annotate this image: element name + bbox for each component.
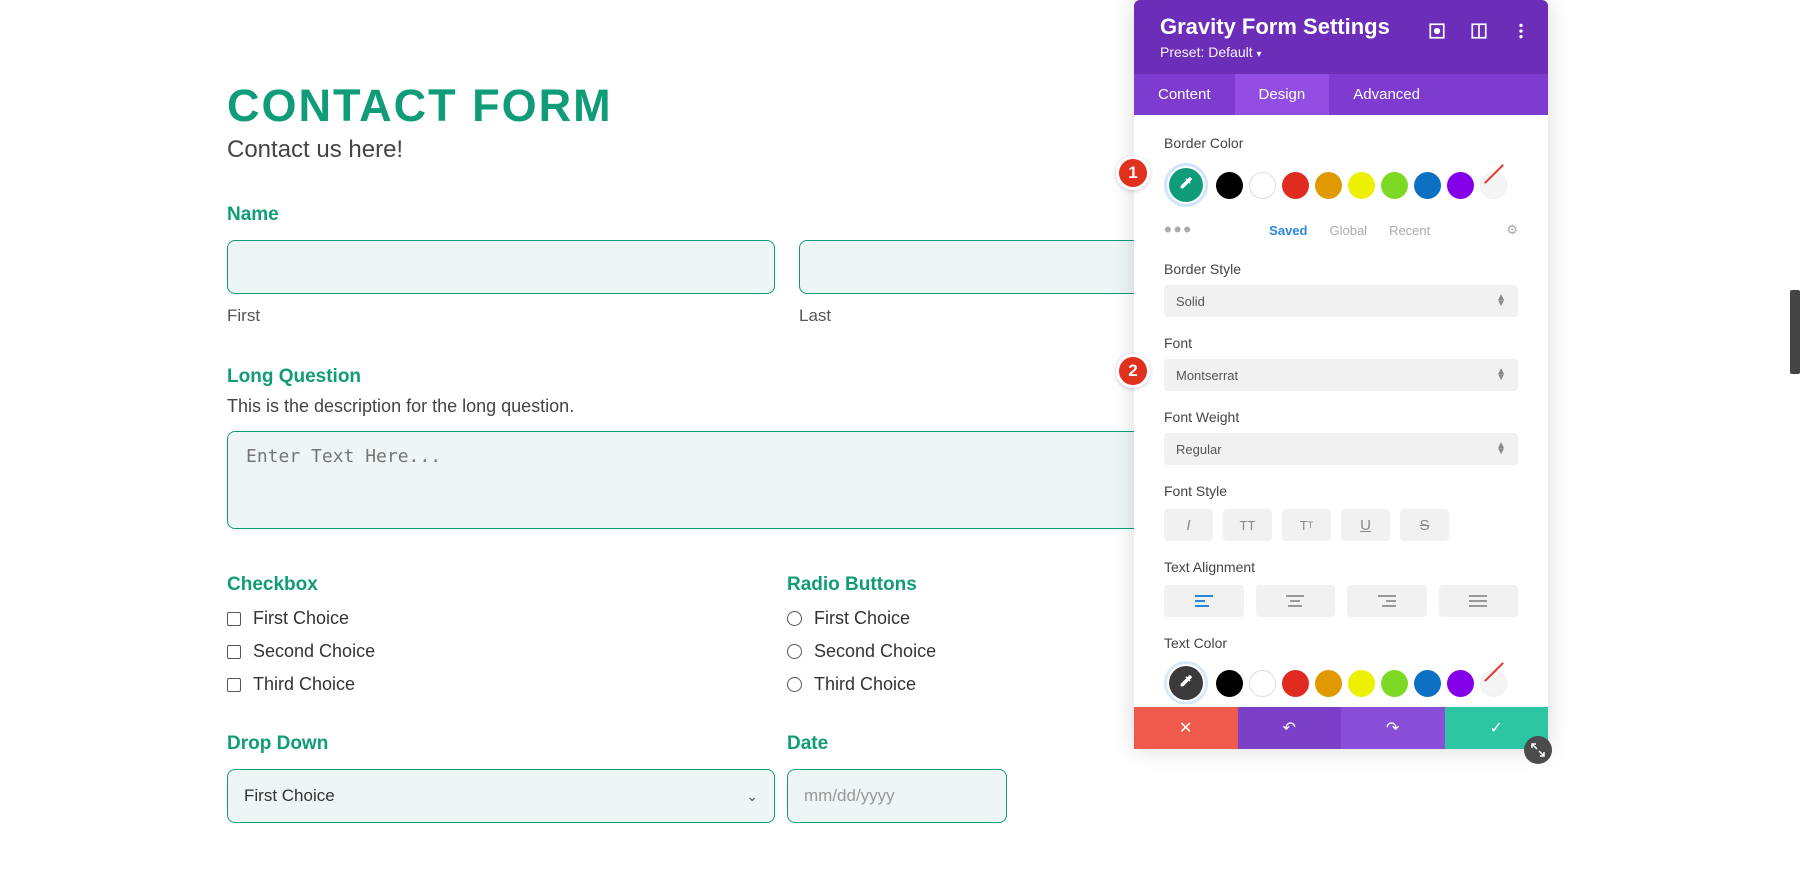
color-swatch-purple[interactable] [1447, 670, 1474, 697]
first-label: First [227, 306, 775, 326]
updown-icon: ▲▼ [1496, 295, 1506, 307]
radio-icon [787, 677, 802, 692]
alignment-buttons [1164, 585, 1518, 617]
color-swatch-white[interactable] [1249, 670, 1276, 697]
radio-icon [787, 644, 802, 659]
text-color-swatches [1164, 661, 1518, 704]
date-input[interactable]: mm/dd/yyyy [787, 769, 1007, 823]
border-style-select[interactable]: Solid▲▼ [1164, 285, 1518, 317]
swatch-tab-recent[interactable]: Recent [1389, 223, 1430, 238]
first-name-input[interactable] [227, 240, 775, 294]
columns-icon[interactable] [1470, 22, 1488, 40]
align-left-button[interactable] [1164, 585, 1244, 617]
scroll-handle[interactable] [1790, 290, 1800, 374]
color-swatch-black[interactable] [1216, 670, 1243, 697]
eyedropper-icon [1178, 673, 1194, 694]
selected-swatch-ring [1164, 661, 1208, 704]
tab-design[interactable]: Design [1235, 74, 1330, 115]
panel-tabs: Content Design Advanced [1134, 74, 1548, 115]
color-swatch-orange[interactable] [1315, 172, 1342, 199]
checkbox-option[interactable]: Third Choice [227, 674, 787, 695]
italic-button[interactable]: I [1164, 509, 1213, 541]
strikethrough-button[interactable]: S [1400, 509, 1449, 541]
border-color-swatches [1164, 163, 1518, 207]
color-swatch-red[interactable] [1282, 172, 1309, 199]
border-color-label: Border Color [1164, 135, 1518, 151]
smallcaps-button[interactable]: TT [1282, 509, 1331, 541]
checkbox-icon [227, 612, 241, 626]
radio-icon [787, 611, 802, 626]
text-color-label: Text Color [1164, 635, 1518, 651]
text-alignment-label: Text Alignment [1164, 559, 1518, 575]
expand-arrows-icon [1531, 743, 1545, 757]
updown-icon: ▲▼ [1496, 369, 1506, 381]
color-swatch-selected[interactable] [1169, 666, 1203, 700]
panel-body: Border Color ••• Saved [1134, 115, 1548, 704]
checkbox-option[interactable]: First Choice [227, 608, 787, 629]
swatch-tab-global[interactable]: Global [1329, 223, 1367, 238]
close-icon: ✕ [1179, 718, 1192, 738]
eyedropper-icon [1178, 175, 1194, 196]
undo-button[interactable]: ↶ [1238, 707, 1342, 749]
panel-header: Gravity Form Settings Preset: Default ▾ [1134, 0, 1548, 74]
checkbox-option[interactable]: Second Choice [227, 641, 787, 662]
font-select[interactable]: Montserrat▲▼ [1164, 359, 1518, 391]
underline-button[interactable]: U [1341, 509, 1390, 541]
align-justify-button[interactable] [1439, 585, 1519, 617]
more-icon[interactable] [1512, 22, 1530, 40]
preset-selector[interactable]: Preset: Default ▾ [1160, 44, 1522, 60]
checkbox-icon [227, 645, 241, 659]
step-badge-2: 2 [1116, 354, 1150, 388]
chevron-down-icon: ⌄ [746, 788, 758, 805]
redo-icon: ↷ [1386, 718, 1399, 738]
color-swatch-orange[interactable] [1315, 670, 1342, 697]
redo-button[interactable]: ↷ [1341, 707, 1445, 749]
step-badge-1: 1 [1116, 156, 1150, 190]
font-style-label: Font Style [1164, 483, 1518, 499]
panel-footer: ✕ ↶ ↷ ✓ [1134, 707, 1548, 749]
tab-content[interactable]: Content [1134, 74, 1235, 115]
color-swatch-yellow[interactable] [1348, 670, 1375, 697]
color-swatch-none[interactable] [1480, 670, 1507, 697]
color-swatch-selected[interactable] [1169, 168, 1203, 202]
color-swatch-black[interactable] [1216, 172, 1243, 199]
align-right-button[interactable] [1347, 585, 1427, 617]
font-label: Font [1164, 335, 1518, 351]
dropdown-select[interactable]: First Choice ⌄ [227, 769, 775, 823]
color-swatch-yellow[interactable] [1348, 172, 1375, 199]
checkbox-icon [227, 678, 241, 692]
tab-advanced[interactable]: Advanced [1329, 74, 1444, 115]
color-swatch-blue[interactable] [1414, 172, 1441, 199]
font-style-buttons: I TT TT U S [1164, 509, 1518, 541]
swatch-tab-saved[interactable]: Saved [1269, 223, 1307, 238]
selected-swatch-ring [1164, 163, 1208, 207]
color-swatch-none[interactable] [1480, 172, 1507, 199]
color-swatch-green[interactable] [1381, 172, 1408, 199]
checkbox-label: Checkbox [227, 574, 787, 596]
border-style-label: Border Style [1164, 261, 1518, 277]
expand-icon[interactable] [1428, 22, 1446, 40]
gear-icon[interactable]: ⚙ [1506, 222, 1518, 238]
uppercase-button[interactable]: TT [1223, 509, 1272, 541]
color-swatch-red[interactable] [1282, 670, 1309, 697]
caret-down-icon: ▾ [1257, 49, 1262, 60]
settings-panel: Gravity Form Settings Preset: Default ▾ … [1134, 0, 1548, 749]
updown-icon: ▲▼ [1496, 443, 1506, 455]
color-swatch-green[interactable] [1381, 670, 1408, 697]
color-swatch-blue[interactable] [1414, 670, 1441, 697]
cancel-button[interactable]: ✕ [1134, 707, 1238, 749]
align-center-button[interactable] [1256, 585, 1336, 617]
color-swatch-white[interactable] [1249, 172, 1276, 199]
color-swatch-purple[interactable] [1447, 172, 1474, 199]
more-dots-icon[interactable]: ••• [1164, 217, 1193, 243]
undo-icon: ↶ [1283, 718, 1296, 738]
font-weight-label: Font Weight [1164, 409, 1518, 425]
check-icon: ✓ [1490, 718, 1503, 738]
expand-fab[interactable] [1524, 736, 1552, 764]
dropdown-label: Drop Down [227, 733, 787, 755]
font-weight-select[interactable]: Regular▲▼ [1164, 433, 1518, 465]
